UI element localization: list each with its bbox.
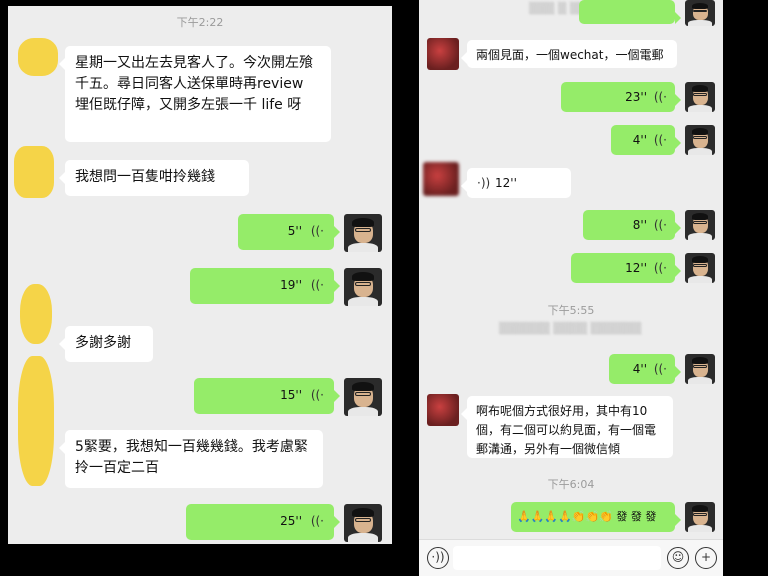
- voice-duration: 25'': [280, 514, 302, 528]
- message-text: 🙏🙏🙏🙏👏👏👏 發 發 發: [517, 510, 657, 523]
- left-chat-panel: 下午2:22 星期一又出左去見客人了。今次開左飱千五。尋日同客人送保單時再rev…: [8, 6, 392, 544]
- voice-duration: 12'': [495, 176, 517, 190]
- timestamp: 下午2:22: [176, 16, 224, 29]
- my-avatar[interactable]: [685, 210, 715, 240]
- contact-avatar[interactable]: [427, 38, 459, 70]
- my-avatar[interactable]: [344, 268, 382, 306]
- voice-message[interactable]: ·)) 12'': [461, 168, 571, 198]
- my-avatar[interactable]: [685, 502, 715, 532]
- my-avatar[interactable]: [685, 82, 715, 112]
- input-toolbar: ·)) ☺ +: [419, 539, 723, 576]
- voice-duration: 5'': [287, 224, 302, 238]
- voice-icon[interactable]: ·)): [427, 547, 449, 569]
- plus-icon[interactable]: +: [695, 547, 717, 569]
- voice-message[interactable]: 5'' ((·: [238, 214, 340, 250]
- message-text: 星期一又出左去見客人了。今次開左飱千五。尋日同客人送保單時再review 埋佢既…: [75, 55, 313, 113]
- voice-duration: 8'': [632, 218, 647, 232]
- wave-icon: ((·: [653, 362, 667, 376]
- voice-message[interactable]: 8'' ((·: [583, 210, 681, 240]
- message-input[interactable]: [453, 546, 661, 570]
- voice-duration: 12'': [625, 261, 647, 275]
- voice-message[interactable]: 4'' ((·: [611, 125, 681, 155]
- message-bubble[interactable]: 啊布呢個方式很好用，其中有10個，有二個可以約見面，有一個電郵溝通，另外有一個微…: [461, 396, 673, 458]
- my-avatar[interactable]: [685, 253, 715, 283]
- voice-message[interactable]: 15'' ((·: [194, 378, 340, 414]
- contact-avatar[interactable]: [423, 162, 459, 196]
- contact-avatar[interactable]: [20, 284, 52, 344]
- message-text: 5緊要，我想知一百幾幾錢。我考慮緊拎一百定二百: [75, 439, 308, 476]
- wave-icon: ((·: [310, 278, 324, 292]
- message-bubble[interactable]: 兩個見面，一個wechat，一個電郵: [461, 40, 677, 68]
- blurred-notice: ▒▒▒▒▒▒ ▒▒▒▒ ▒▒▒▒▒▒: [499, 322, 642, 335]
- voice-duration: 4'': [632, 362, 647, 376]
- message-text: 啊布呢個方式很好用，其中有10個，有二個可以約見面，有一個電郵溝通，另外有一個微…: [476, 404, 657, 456]
- my-avatar[interactable]: [685, 0, 715, 26]
- voice-duration: 19'': [280, 278, 302, 292]
- wave-icon: ((·: [310, 514, 324, 528]
- smile-icon[interactable]: ☺: [667, 547, 689, 569]
- voice-duration: 23'': [625, 90, 647, 104]
- message-bubble[interactable]: 多謝多謝: [59, 326, 153, 362]
- message-bubble[interactable]: 5緊要，我想知一百幾幾錢。我考慮緊拎一百定二百: [59, 430, 323, 488]
- voice-message[interactable]: 19'' ((·: [190, 268, 340, 304]
- my-avatar[interactable]: [685, 354, 715, 384]
- wave-icon: ((·: [653, 261, 667, 275]
- my-avatar[interactable]: [344, 504, 382, 542]
- my-avatar[interactable]: [344, 378, 382, 416]
- contact-avatar[interactable]: [14, 146, 54, 198]
- timestamp: 下午5:55: [547, 304, 595, 317]
- message-text: 兩個見面，一個wechat，一個電郵: [476, 48, 664, 62]
- voice-message[interactable]: 23'' ((·: [561, 82, 681, 112]
- my-avatar[interactable]: [344, 214, 382, 252]
- wave-icon: ((·: [310, 224, 324, 238]
- voice-duration: 4'': [632, 133, 647, 147]
- voice-message[interactable]: 25'' ((·: [186, 504, 340, 540]
- wave-icon: ((·: [310, 388, 324, 402]
- message-bubble[interactable]: 我想問一百隻咁拎幾錢: [59, 160, 249, 196]
- message-bubble[interactable]: 星期一又出左去見客人了。今次開左飱千五。尋日同客人送保單時再review 埋佢既…: [59, 46, 331, 142]
- scribble-overlay: [18, 356, 54, 486]
- contact-avatar[interactable]: [427, 394, 459, 426]
- voice-message[interactable]: [579, 0, 681, 24]
- wave-icon: ((·: [653, 218, 667, 232]
- wave-icon: ((·: [653, 90, 667, 104]
- my-avatar[interactable]: [685, 125, 715, 155]
- voice-duration: 15'': [280, 388, 302, 402]
- voice-message[interactable]: 12'' ((·: [571, 253, 681, 283]
- wave-icon: ·)): [477, 176, 491, 190]
- wave-icon: ((·: [653, 133, 667, 147]
- timestamp: 下午6:04: [547, 478, 595, 491]
- right-chat-panel: ▒▒▒ ▒ ▒▒ 兩個見面，一個wechat，一個電郵 23'' ((· 4''…: [419, 0, 723, 576]
- message-text: 我想問一百隻咁拎幾錢: [75, 169, 215, 185]
- contact-avatar[interactable]: [18, 38, 58, 76]
- emoji-message[interactable]: 🙏🙏🙏🙏👏👏👏 發 發 發: [511, 502, 681, 532]
- voice-message[interactable]: 4'' ((·: [609, 354, 681, 384]
- message-text: 多謝多謝: [75, 335, 131, 351]
